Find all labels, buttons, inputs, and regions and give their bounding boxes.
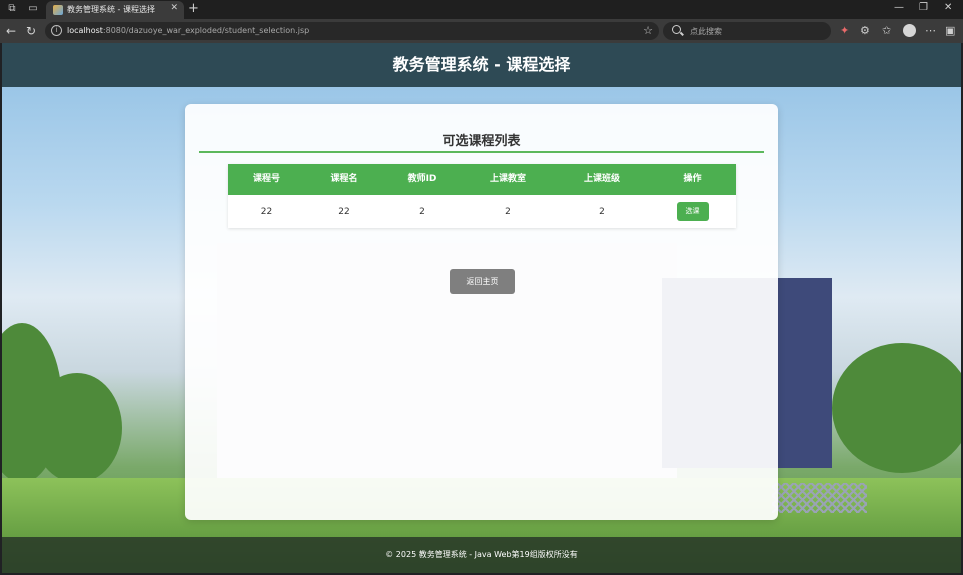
cell-teacher-id: 2: [419, 206, 425, 217]
column-header-teacher-id: 教师ID: [407, 174, 437, 184]
search-icon: [672, 25, 681, 34]
favicon-icon: [53, 5, 63, 15]
page-header: 教务管理系统 - 课程选择: [2, 43, 961, 87]
cell-classroom: 2: [505, 206, 511, 217]
table-header: 课程号 课程名 教师ID 上课教室 上课班级 操作: [228, 164, 736, 195]
sidebar-icon[interactable]: ▣: [945, 24, 955, 38]
profile-avatar[interactable]: [903, 24, 916, 37]
column-header-class: 上课班级: [583, 174, 620, 184]
footer-text: © 2025 教务管理系统 - Java Web第19组版权所没有: [385, 550, 578, 559]
page-title: 教务管理系统 - 课程选择: [392, 55, 571, 74]
url-host: localhost: [67, 26, 103, 35]
search-placeholder: 点此搜索: [690, 27, 722, 36]
cell-course-id: 22: [260, 206, 273, 217]
back-arrow-icon[interactable]: ←: [6, 24, 16, 38]
column-header-classroom: 上课教室: [489, 174, 526, 184]
column-header-course-name: 课程名: [330, 174, 358, 184]
copilot-icon[interactable]: ✦: [840, 24, 849, 38]
column-header-action: 操作: [683, 174, 702, 184]
background-tree: [32, 373, 122, 483]
background-tree: [832, 343, 961, 473]
cell-course-name: 22: [338, 206, 350, 217]
tab-actions-icon[interactable]: ▭: [27, 3, 39, 15]
restore-icon[interactable]: ❐: [919, 2, 928, 13]
cell-action: 选课: [649, 202, 736, 221]
course-table: 课程号 课程名 教师ID 上课教室 上课班级 操作 22 22 2 2 2 选课: [228, 164, 736, 228]
table-row: 22 22 2 2 2 选课: [228, 195, 736, 228]
tab-title: 教务管理系统 - 课程选择: [67, 5, 155, 14]
address-bar[interactable]: i localhost:8080/dazuoye_war_exploded/st…: [45, 22, 659, 40]
favorites-icon[interactable]: ✩: [882, 24, 891, 38]
column-header-course-id: 课程号: [252, 174, 280, 184]
address-url[interactable]: localhost:8080/dazuoye_war_exploded/stud…: [67, 26, 309, 35]
close-tab-icon[interactable]: ✕: [170, 3, 178, 13]
url-path: :8080/dazuoye_war_exploded/student_selec…: [102, 26, 310, 35]
select-course-button[interactable]: 选课: [676, 202, 709, 221]
browser-tab[interactable]: 教务管理系统 - 课程选择 ✕: [46, 1, 184, 19]
cell-class: 2: [599, 206, 605, 217]
course-list-card: 可选课程列表 课程号 课程名 教师ID 上课教室 上课班级 操作 22 22 2…: [185, 104, 778, 520]
favorite-star-icon[interactable]: ☆: [643, 24, 653, 37]
close-window-icon[interactable]: ✕: [944, 2, 952, 13]
more-menu-icon[interactable]: ⋯: [925, 24, 936, 38]
title-divider: [199, 151, 764, 153]
back-home-button[interactable]: 返回主页: [450, 269, 515, 294]
site-info-icon[interactable]: i: [51, 25, 62, 36]
new-tab-icon[interactable]: +: [188, 1, 199, 17]
reload-icon[interactable]: ↻: [26, 24, 36, 38]
page-footer: © 2025 教务管理系统 - Java Web第19组版权所没有: [2, 537, 961, 573]
browser-nav-bar: ← ↻ i localhost:8080/dazuoye_war_explode…: [0, 19, 963, 43]
workspaces-icon[interactable]: ⧉: [6, 3, 18, 15]
extensions-icon[interactable]: ⚙: [860, 24, 870, 38]
background-fence: [772, 483, 867, 513]
search-box[interactable]: 点此搜索: [663, 22, 831, 40]
card-title: 可选课程列表: [442, 134, 521, 149]
browser-tab-bar: ⧉ ▭ 教务管理系统 - 课程选择 ✕ + — ❐ ✕: [0, 0, 963, 19]
minimize-icon[interactable]: —: [894, 2, 904, 13]
web-page: 教务管理系统 - 课程选择 可选课程列表 课程号 课程名 教师ID 上课教室 上…: [2, 43, 961, 573]
